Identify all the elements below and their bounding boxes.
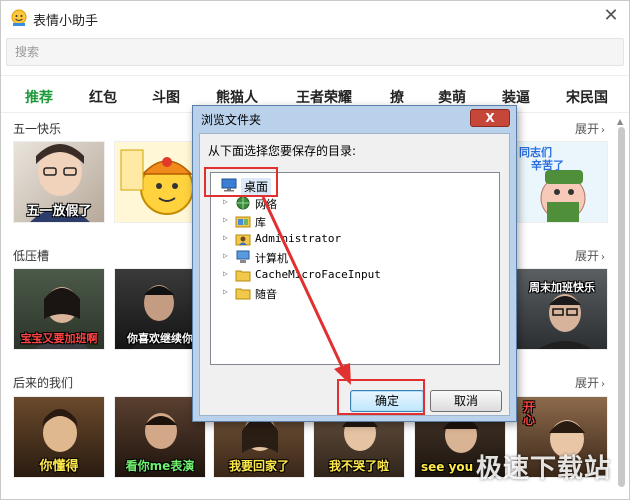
tree-item-label: 网络	[255, 198, 277, 211]
tree-item-cache-folder[interactable]: ▷ CacheMicroFaceInput	[223, 267, 473, 284]
tree-item-network[interactable]: ▷ 网络	[223, 195, 343, 212]
tab-meme-battle[interactable]: 斗图	[152, 87, 180, 107]
tree-item-computer[interactable]: ▷ 计算机	[223, 249, 343, 266]
sticker-caption: 我不哭了啦	[328, 459, 389, 473]
tab-recommended[interactable]: 推荐	[25, 87, 53, 107]
dialog-title-bar: 浏览文件夹 X	[193, 106, 516, 132]
expand-arrow-icon[interactable]: ▷	[223, 197, 231, 206]
tree-item-suiyin[interactable]: ▷ 随音	[223, 285, 343, 302]
tree-item-administrator[interactable]: ▷ Administrator	[223, 231, 403, 248]
expand-arrow-icon[interactable]: ▷	[223, 251, 231, 260]
scroll-up-icon[interactable]: ▲	[617, 117, 623, 126]
app-logo-icon	[11, 9, 27, 26]
library-icon	[235, 216, 251, 228]
close-button[interactable]: ✕	[601, 7, 621, 27]
annotation-highlight-desktop	[204, 167, 278, 197]
section-expand-us-later[interactable]: 展开 ›	[575, 374, 605, 391]
sticker-caption: 开心	[522, 400, 535, 427]
cancel-button[interactable]: 取消	[430, 390, 502, 412]
tab-flirt[interactable]: 撩	[390, 87, 404, 107]
watermark: 极速下载站	[475, 454, 611, 484]
dialog-prompt: 从下面选择您要保存的目录:	[208, 144, 357, 158]
chevron-right-icon: ›	[601, 379, 605, 390]
search-box	[6, 38, 624, 66]
tab-honor-of-kings[interactable]: 王者荣耀	[296, 87, 352, 107]
tab-song-minguo[interactable]: 宋民国	[566, 87, 608, 107]
expand-label: 展开	[574, 122, 599, 136]
computer-icon	[236, 250, 250, 263]
expand-arrow-icon[interactable]: ▷	[223, 215, 231, 224]
network-icon	[236, 196, 250, 210]
sticker-thumb[interactable]: 宝宝又要加班啊	[13, 268, 105, 350]
sticker-caption: 你懂得	[39, 459, 79, 474]
tab-cute[interactable]: 卖萌	[438, 87, 466, 107]
sticker-thumb[interactable]: 周末加班快乐	[516, 268, 608, 350]
tab-panda-man[interactable]: 熊猫人	[216, 87, 258, 107]
sticker-thumb[interactable]: 你懂得	[13, 396, 105, 478]
search-input[interactable]	[7, 39, 623, 65]
sticker-thumb[interactable]: 同志们 辛苦了	[516, 141, 608, 223]
section-title-may-day: 五一快乐	[13, 122, 62, 136]
dialog-title: 浏览文件夹	[201, 113, 262, 127]
sticker-caption: 五一放假了	[26, 204, 92, 219]
tree-item-label: 随音	[255, 288, 277, 301]
close-icon: ✕	[603, 5, 619, 26]
tree-item-library[interactable]: ▷ 库	[223, 213, 343, 230]
user-folder-icon	[235, 234, 251, 246]
section-title-low-pressure: 低压槽	[13, 249, 50, 263]
scroll-thumb[interactable]	[618, 127, 625, 487]
sticker-text: 辛苦了	[531, 159, 564, 172]
scrollbar[interactable]: ▲	[616, 117, 626, 499]
tab-red-packet[interactable]: 红包	[89, 87, 117, 107]
sticker-caption: 周末加班快乐	[529, 281, 595, 294]
tree-item-label: 计算机	[255, 252, 288, 265]
expand-arrow-icon[interactable]: ▷	[223, 269, 231, 278]
annotation-highlight-ok	[337, 379, 425, 415]
section-title-us-later: 后来的我们	[13, 376, 74, 390]
section-expand-low-pressure[interactable]: 展开 ›	[575, 247, 605, 264]
folder-tree[interactable]: 桌面 ▷ 网络 ▷ 库 ▷ Administrator ▷ 计算机 ▷ Cach…	[210, 172, 500, 365]
tab-show-off[interactable]: 装逼	[502, 87, 530, 107]
tree-item-label: Administrator	[255, 232, 342, 245]
expand-arrow-icon[interactable]: ▷	[223, 233, 231, 242]
expand-label: 展开	[574, 376, 599, 390]
app-title: 表情小助手	[33, 14, 99, 29]
dialog-close-button[interactable]: X	[470, 109, 510, 127]
expand-arrow-icon[interactable]: ▷	[223, 287, 231, 296]
sticker-caption: 宝宝又要加班啊	[20, 332, 98, 345]
browse-folder-dialog: 浏览文件夹 X 从下面选择您要保存的目录: 桌面 ▷ 网络 ▷ 库 ▷ Admi…	[192, 105, 517, 422]
folder-icon	[235, 288, 251, 300]
folder-icon	[235, 270, 251, 282]
sticker-caption: 看你me表演	[125, 459, 195, 473]
app-window: 表情小助手 ✕ 推荐 红包 斗图 熊猫人 王者荣耀 撩 卖萌 装逼 宋民国 ▲ …	[0, 0, 630, 500]
expand-label: 展开	[574, 249, 599, 263]
section-expand-may-day[interactable]: 展开 ›	[575, 120, 605, 137]
sticker-thumb[interactable]: 五一放假了	[13, 141, 105, 223]
tree-item-label: CacheMicroFaceInput	[255, 268, 381, 281]
tree-item-label: 库	[255, 216, 266, 229]
chevron-right-icon: ›	[601, 252, 605, 263]
title-bar: 表情小助手 ✕	[1, 1, 629, 35]
close-icon: X	[485, 111, 495, 125]
chevron-right-icon: ›	[601, 125, 605, 136]
sticker-caption: 我要回家了	[228, 459, 289, 473]
